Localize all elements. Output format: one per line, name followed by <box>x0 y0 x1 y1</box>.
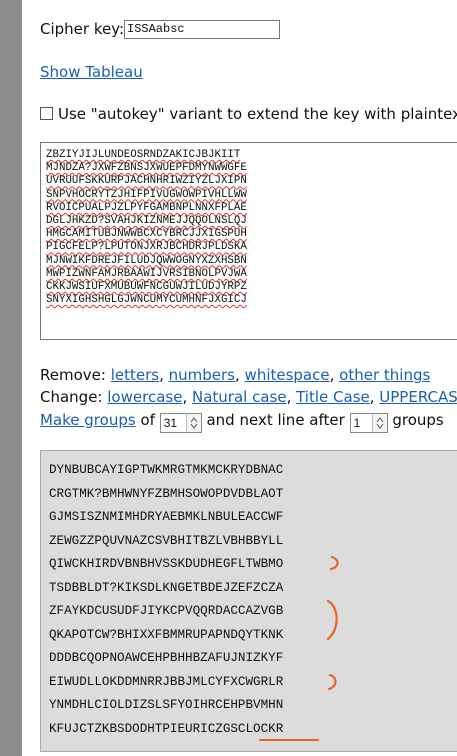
output-text-line: YNMDHLCIOLDIZSLSFYOIHRCEHPBVMHN <box>49 698 284 712</box>
make-groups-link[interactable]: Make groups <box>40 411 136 429</box>
cipher-key-input[interactable]: ISSAabsc <box>124 20 280 39</box>
autokey-checkbox[interactable] <box>40 107 53 120</box>
remove-link-letters[interactable]: letters <box>111 366 159 384</box>
change-link-title-case[interactable]: Title Case <box>296 388 370 406</box>
input-text-line: UVRUUFSKKURPJACHNHRIWZIYZLJXIPN <box>46 175 247 188</box>
remove-link-numbers[interactable]: numbers <box>169 366 235 384</box>
change-row: Change: lowercase, Natural case, Title C… <box>40 388 457 406</box>
output-text-line: ZEWGZZPQUVNAZCSVBHITBZLVBHBBYLL <box>49 533 284 548</box>
output-text-line: TSDBBLDT?KIKSDLKNGETBDEJZEFZCZA <box>49 580 284 595</box>
annotation-bracket-mark <box>326 599 338 641</box>
input-text-line: SNPVHOCRYTZJHIFPIVUGWOWPIVHLLWW <box>46 188 247 201</box>
left-scroll-bar <box>0 0 22 756</box>
output-text-line: DDDBCQOPNOAWCEHPBHHBZAFUJNIZKYF <box>49 651 284 665</box>
output-box[interactable]: DYNBUBCAYIGPTWKMRGTMKMCKRYDBNAC CRGTMK?BM… <box>40 450 457 752</box>
change-link-lowercase[interactable]: lowercase <box>107 388 182 406</box>
annotation-underline-mark <box>259 739 319 741</box>
input-text-line: RVOICPUALPJZLPYFGAMBNPLNNXFPLAE <box>46 201 247 214</box>
change-label: Change: <box>40 388 103 406</box>
autokey-label: Use "autokey" variant to extend the key … <box>58 105 457 123</box>
next-line-label: and next line after <box>206 411 345 429</box>
remove-link-other-things[interactable]: other things <box>339 366 430 384</box>
spinner-arrows-icon[interactable] <box>185 414 201 432</box>
input-text-line: PIGCFELP?LPUTONJXRJBCHDRJPLDSKA <box>46 241 247 254</box>
cipher-key-row: Cipher key: <box>40 20 124 38</box>
groups-label: groups <box>392 411 444 429</box>
change-link-uppercase[interactable]: UPPERCASE <box>379 388 457 406</box>
annotation-bracket-mark <box>329 555 339 571</box>
remove-label: Remove: <box>40 366 106 384</box>
input-text-line: MJNDZA?JXWFZBNSJXWUEPFDMYNWWGFE <box>46 162 247 175</box>
change-link-natural-case[interactable]: Natural case <box>192 388 287 406</box>
of-label: of <box>140 411 155 429</box>
line-after-value: 1 <box>353 416 361 430</box>
annotation-bracket-mark <box>327 673 337 691</box>
output-text-line: QKAPOTCW?BHIXXFBMMRUPAPNDQYTKNK <box>49 627 284 642</box>
output-text-line: ZFAYKDCUSUDFJIYKCPVQQRDACCAZVGB <box>49 604 284 618</box>
autokey-row: Use "autokey" variant to extend the key … <box>40 105 457 123</box>
input-textarea[interactable]: ZBZIYJIJLUNDEOSRNDZAKICJBJKIIT MJNDZA?JXW… <box>40 142 457 340</box>
input-text-line: SNYXIGHSHGLGJWNCUMYCUMHNFJXGICJ <box>46 294 247 307</box>
group-size-value: 31 <box>163 416 178 430</box>
output-text-line: CRGTMK?BMHWNYFZBMHSOWOPDVDBLAOT <box>49 486 284 501</box>
show-tableau-link[interactable]: Show Tableau <box>40 63 143 81</box>
spinner-arrows-icon[interactable] <box>371 414 387 432</box>
output-text-line: QIWCKHIRDVBNBHVSSKDUDHEGFLTWBMO <box>49 557 284 571</box>
output-text-line: KFUJCTZKBSDODHTPIEURICZGSCLOCKR <box>49 721 284 736</box>
cipher-key-label: Cipher key: <box>40 20 125 38</box>
input-text-line: MWPIZWNFAMJRBAAWIJVRSIBNOLPVJWA <box>46 267 247 280</box>
input-text-line: ZBZIYJIJLUNDEOSRNDZAKICJBJKIIT <box>46 149 241 161</box>
output-text-line: EIWUDLLOKDDMNRRJBBJMLCYFXCWGRLR <box>49 674 284 689</box>
input-text-line: HMGCAMITUBJNWWBCXCYBRCJJXIGSPUH <box>46 228 247 241</box>
input-text-line: CKKJWSIUFXMUBUWFNCGUWJILUDJYRPZ <box>46 281 247 294</box>
groups-row: Make groups of 31 and next line after 1 … <box>40 411 444 433</box>
remove-row: Remove: letters, numbers, whitespace, ot… <box>40 366 431 384</box>
group-size-spinner[interactable]: 31 <box>159 413 202 433</box>
line-after-spinner[interactable]: 1 <box>349 413 388 433</box>
input-text-line: MJNWIKFDREJFILUDJQWWOGNYXZXHSBN <box>46 254 247 267</box>
output-text-line: DYNBUBCAYIGPTWKMRGTMKMCKRYDBNAC <box>49 463 284 477</box>
input-text-line: DGLJHKZD?SVAHJKIZNMEJJQQOLNSLQJ <box>46 215 247 228</box>
remove-link-whitespace[interactable]: whitespace <box>245 366 330 384</box>
output-text-line: GJMSISZNMIMHDRYAEBMKLNBULEACCWF <box>49 510 284 524</box>
